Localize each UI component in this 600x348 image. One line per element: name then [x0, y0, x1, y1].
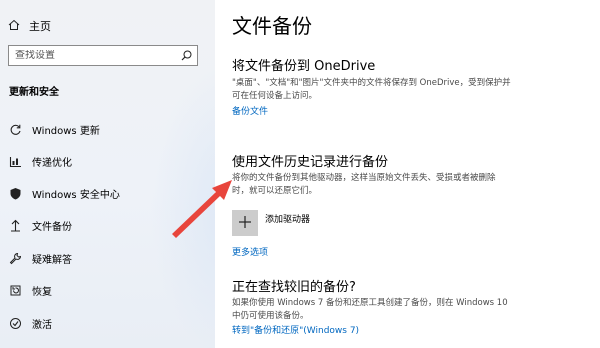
older-backup-description: 如果你使用 Windows 7 备份和还原工具创建了备份，则在 Windows …	[232, 297, 577, 323]
sidebar-item-label: 文件备份	[32, 221, 72, 233]
more-options-link[interactable]: 更多选项	[232, 245, 268, 258]
sidebar-item-home[interactable]: 主页	[8, 16, 51, 36]
delivery-optimization-icon	[8, 154, 22, 168]
file-history-desc-line1: 将你的文件备份到其他驱动器，这样当原始文件丢失、受损或者被删除	[232, 173, 496, 183]
older-backup-desc-line2: 中仍可使用该备份。	[232, 311, 309, 321]
older-backup-desc-line1: 如果你使用 Windows 7 备份和还原工具创建了备份，则在 Windows …	[232, 298, 508, 308]
home-label: 主页	[29, 20, 51, 33]
onedrive-heading: 将文件备份到 OneDrive	[232, 59, 376, 74]
sidebar-item-label: Windows 安全中心	[32, 189, 120, 201]
sidebar-item-label: 传递优化	[32, 157, 72, 169]
onedrive-desc-line2: 可在任何设备上访问。	[232, 91, 318, 101]
sidebar-item-windows-update[interactable]: Windows 更新	[8, 119, 100, 139]
main-content: 文件备份 将文件备份到 OneDrive "桌面"、"文档"和"图片"文件夹中的…	[215, 0, 600, 348]
older-backup-heading: 正在查找较旧的备份?	[232, 280, 356, 295]
add-drive-label[interactable]: 添加驱动器	[265, 212, 310, 225]
sidebar-item-label: 疑难解答	[32, 254, 72, 266]
file-history-description: 将你的文件备份到其他驱动器，这样当原始文件丢失、受损或者被删除 时，就可以还原它…	[232, 172, 577, 198]
file-history-heading: 使用文件历史记录进行备份	[232, 155, 389, 170]
wrench-icon	[8, 251, 22, 265]
backup-arrow-icon	[8, 218, 22, 232]
page-title: 文件备份	[232, 14, 312, 38]
shield-icon	[8, 186, 22, 200]
home-icon	[8, 19, 20, 34]
annotation-arrow-icon	[172, 180, 232, 238]
sidebar-item-windows-security[interactable]: Windows 安全中心	[8, 183, 120, 203]
sidebar-item-label: 激活	[32, 319, 52, 331]
sidebar-item-activation[interactable]: 激活	[8, 313, 52, 333]
onedrive-desc-line1: "桌面"、"文档"和"图片"文件夹中的文件将保存到 OneDrive，受到保护并	[232, 78, 511, 88]
sidebar-item-file-backup[interactable]: 文件备份	[8, 215, 72, 235]
sidebar-item-label: 恢复	[32, 286, 52, 298]
backup-files-link[interactable]: 备份文件	[232, 104, 268, 117]
file-history-desc-line2: 时，就可以还原它们。	[232, 186, 318, 196]
search-box[interactable]	[8, 45, 198, 66]
checkmark-circle-icon	[8, 316, 22, 330]
refresh-icon	[8, 122, 22, 136]
sidebar-item-label: Windows 更新	[32, 125, 100, 137]
sidebar-item-delivery-optimization[interactable]: 传递优化	[8, 151, 72, 171]
search-input[interactable]	[15, 50, 181, 61]
section-title: 更新和安全	[9, 87, 59, 98]
search-icon[interactable]	[181, 46, 192, 65]
backup-restore-link[interactable]: 转到"备份和还原"(Windows 7)	[232, 323, 359, 336]
recovery-icon	[8, 283, 22, 297]
sidebar-item-recovery[interactable]: 恢复	[8, 280, 52, 300]
onedrive-description: "桌面"、"文档"和"图片"文件夹中的文件将保存到 OneDrive，受到保护并…	[232, 77, 577, 103]
sidebar-item-troubleshoot[interactable]: 疑难解答	[8, 248, 72, 268]
